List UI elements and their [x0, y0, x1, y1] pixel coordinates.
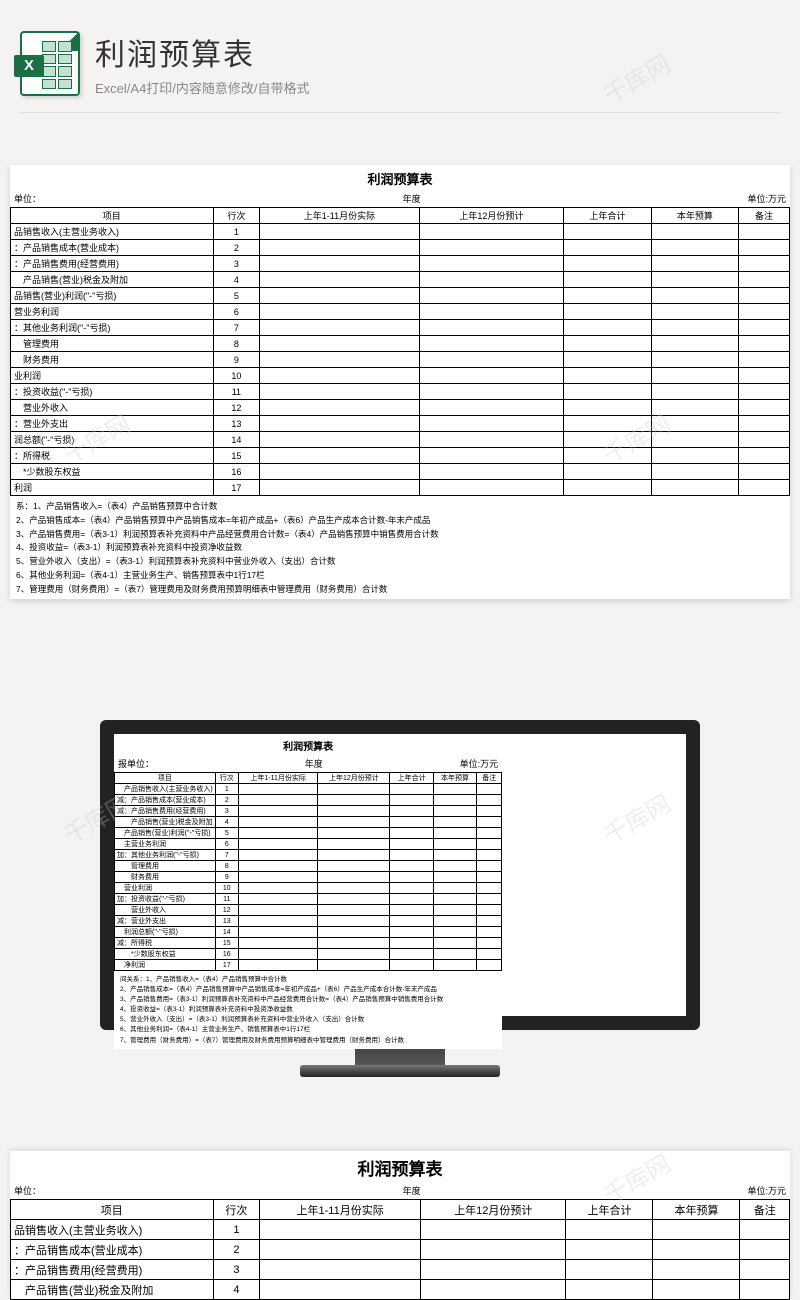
table-row: 品销售收入(主营业务收入)1: [11, 1220, 790, 1240]
table-row: 品销售(营业)利润("-"亏损)5: [11, 288, 790, 304]
table-row: 产品销售收入(主营业务收入)1: [115, 784, 502, 795]
col-header: 本年预算: [653, 1200, 740, 1220]
table-row: 产品销售(营业)税金及附加4: [11, 272, 790, 288]
col-header: 本年预算: [433, 773, 476, 784]
spreadsheet-preview-bottom: 利润预算表 单位： 年度 单位:万元 项目行次上年1-11月份实际上年12月份预…: [10, 1151, 790, 1300]
table-row: 减：产品销售费用(经营费用)3: [115, 806, 502, 817]
table-row: 财务费用9: [115, 872, 502, 883]
excel-x-badge: X: [14, 55, 44, 77]
col-header: 备注: [477, 773, 502, 784]
table-row: 营业外收入12: [11, 400, 790, 416]
spreadsheet-preview-top: 利润预算表 单位： 年度 单位:万元 项目行次上年1-11月份实际上年12月份预…: [10, 165, 790, 599]
col-header: 项目: [115, 773, 216, 784]
col-header: 备注: [739, 208, 790, 224]
table-row: ：产品销售费用(经营费用)3: [11, 1260, 790, 1280]
table-row: 营业利润10: [115, 883, 502, 894]
unit-label: 单位：: [14, 192, 153, 205]
spreadsheet-preview-monitor: 利润预算表 报单位： 年度 单位:万元 项目行次上年1-11月份实际上年12月份…: [114, 734, 502, 1030]
table-row: ：其他业务利润("-"亏损)7: [11, 320, 790, 336]
table-row: 营业外收入12: [115, 905, 502, 916]
table-row: 减：所得税15: [115, 938, 502, 949]
table-row: ：营业外支出13: [11, 416, 790, 432]
table-row: ：产品销售成本(营业成本)2: [11, 240, 790, 256]
col-header: 上年合计: [566, 1200, 653, 1220]
col-header: 上年1-11月份实际: [260, 208, 419, 224]
col-header: 上年合计: [564, 208, 651, 224]
table-row: *少数股东权益16: [11, 464, 790, 480]
year-label: 年度: [153, 192, 670, 205]
table-row: 润总额("-"亏损)14: [11, 432, 790, 448]
page-subtitle: Excel/A4打印/内容随意修改/自带格式: [95, 78, 310, 97]
table-row: ：产品销售成本(营业成本)2: [11, 1240, 790, 1260]
col-header: 行次: [213, 208, 260, 224]
table-row: 利润总额("-"亏损)14: [115, 927, 502, 938]
header: X 利润预算表 Excel/A4打印/内容随意修改/自带格式: [20, 30, 780, 97]
table-row: 加：其他业务利润("-"亏损)7: [115, 850, 502, 861]
table-row: 减：产品销售成本(营业成本)2: [115, 795, 502, 806]
excel-file-icon: X: [20, 31, 80, 96]
table-row: 净利润17: [115, 960, 502, 971]
col-header: 备注: [740, 1200, 790, 1220]
col-header: 上年1-11月份实际: [260, 1200, 421, 1220]
page-title: 利润预算表: [95, 30, 310, 74]
table-row: 管理费用8: [11, 336, 790, 352]
table-row: ：产品销售费用(经营费用)3: [11, 256, 790, 272]
col-header: 行次: [215, 773, 238, 784]
notes-block: 系：1、产品销售收入=（表4）产品销售预算中合计数 2、产品销售成本=（表4）产…: [10, 496, 790, 599]
table-row: 产品销售(营业)利润("-"亏损)5: [115, 828, 502, 839]
sheet-title: 利润预算表: [10, 165, 790, 192]
table-row: 产品销售(营业)税金及附加4: [115, 817, 502, 828]
budget-table: 项目行次上年1-11月份实际上年12月份预计上年合计本年预算备注 品销售收入(主…: [10, 207, 790, 496]
col-header: 上年12月份预计: [318, 773, 390, 784]
col-header: 上年12月份预计: [421, 1200, 566, 1220]
monitor-mockup: 利润预算表 报单位： 年度 单位:万元 项目行次上年1-11月份实际上年12月份…: [100, 720, 700, 1077]
table-row: 产品销售(营业)税金及附加4: [11, 1280, 790, 1300]
table-row: 业利润10: [11, 368, 790, 384]
table-row: ：所得税15: [11, 448, 790, 464]
table-row: 利润17: [11, 480, 790, 496]
table-row: 减：营业外支出13: [115, 916, 502, 927]
table-row: 品销售收入(主营业务收入)1: [11, 224, 790, 240]
col-header: 上年合计: [390, 773, 433, 784]
table-row: 财务费用9: [11, 352, 790, 368]
table-row: 加：投资收益("-"亏损)11: [115, 894, 502, 905]
currency-unit: 单位:万元: [670, 192, 786, 205]
table-row: ：投资收益("-"亏损)11: [11, 384, 790, 400]
col-header: 项目: [11, 1200, 214, 1220]
table-row: 管理费用8: [115, 861, 502, 872]
col-header: 项目: [11, 208, 214, 224]
col-header: 行次: [213, 1200, 260, 1220]
table-row: *少数股东权益16: [115, 949, 502, 960]
table-row: 营业务利润6: [11, 304, 790, 320]
col-header: 上年1-11月份实际: [238, 773, 318, 784]
divider: [20, 112, 780, 113]
table-row: 主营业务利润6: [115, 839, 502, 850]
col-header: 本年预算: [651, 208, 738, 224]
col-header: 上年12月份预计: [419, 208, 563, 224]
